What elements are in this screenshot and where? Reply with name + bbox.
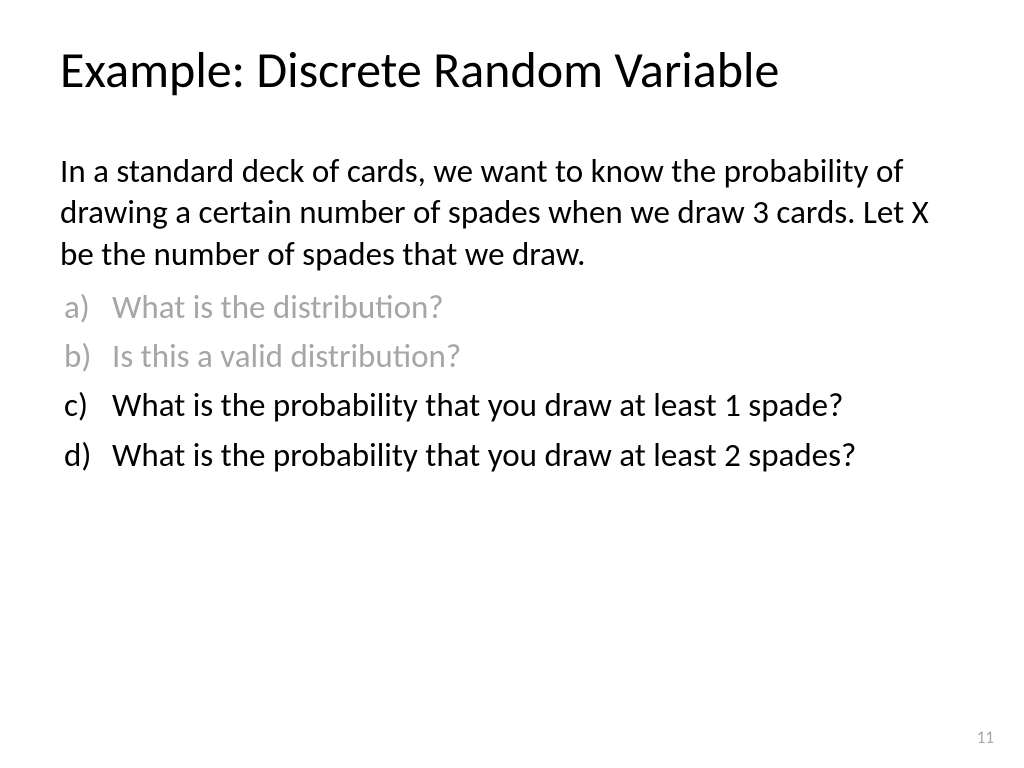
page-number: 11 (977, 727, 994, 748)
list-text: What is the probability that you draw at… (112, 435, 964, 476)
slide-intro: In a standard deck of cards, we want to … (60, 151, 964, 275)
list-marker: b) (60, 336, 112, 377)
slide-title: Example: Discrete Random Variable (60, 40, 964, 101)
list-marker: c) (60, 385, 112, 426)
question-list: a) What is the distribution? b) Is this … (60, 287, 964, 476)
list-marker: a) (60, 287, 112, 328)
list-item: d) What is the probability that you draw… (60, 435, 964, 476)
slide-container: Example: Discrete Random Variable In a s… (0, 0, 1024, 524)
list-item: a) What is the distribution? (60, 287, 964, 328)
list-item: b) Is this a valid distribution? (60, 336, 964, 377)
list-marker: d) (60, 435, 112, 476)
list-text: What is the distribution? (112, 287, 964, 328)
list-text: What is the probability that you draw at… (112, 385, 964, 426)
list-item: c) What is the probability that you draw… (60, 385, 964, 426)
list-text: Is this a valid distribution? (112, 336, 964, 377)
